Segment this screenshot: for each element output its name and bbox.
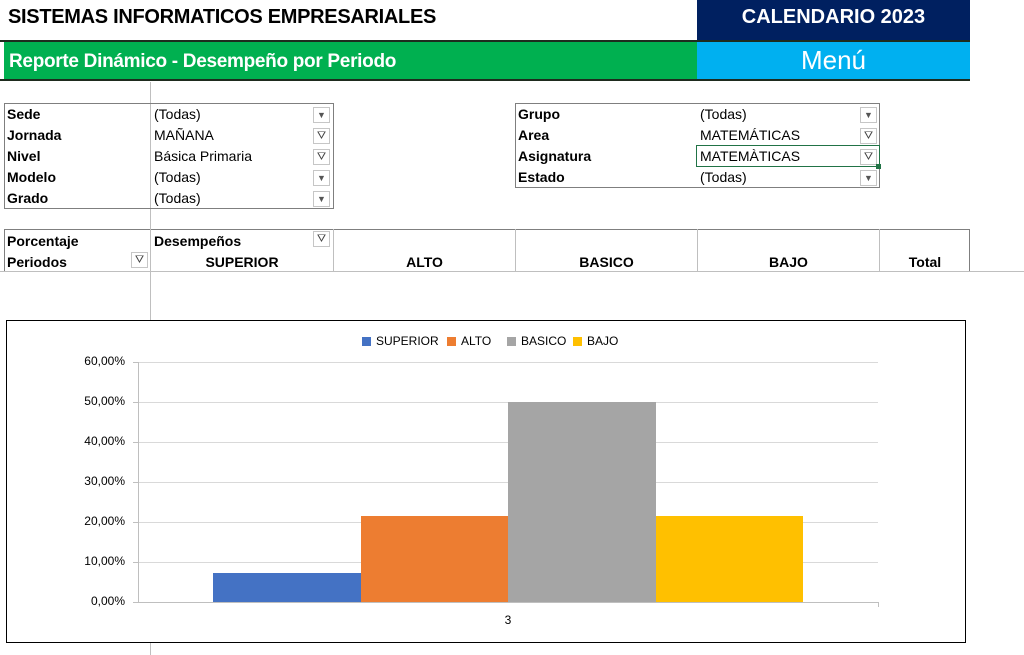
filter-value-grado[interactable]: (Todas) — [154, 190, 201, 206]
legend-item-alto: ALTO — [447, 334, 491, 348]
y-tick-label: 50,00% — [84, 394, 125, 408]
legend-label: SUPERIOR — [376, 334, 439, 348]
legend-label: BASICO — [521, 334, 567, 348]
filter-label-jornada: Jornada — [7, 127, 62, 143]
y-tick-label: 10,00% — [84, 554, 125, 568]
x-category-label: 3 — [504, 613, 512, 627]
filter-icon[interactable]: ⛛ — [313, 128, 330, 144]
filter-label-asignatura: Asignatura — [518, 148, 592, 164]
pivot-col-bajo: BAJO — [769, 254, 808, 270]
filter-label-estado: Estado — [518, 169, 565, 185]
dropdown-arrow-icon[interactable]: ▼ — [860, 107, 877, 123]
dropdown-arrow-icon[interactable]: ▼ — [313, 191, 330, 207]
legend-item-bajo: BAJO — [573, 334, 618, 348]
bar-bajo[interactable] — [655, 516, 803, 602]
pivot-col-alto: ALTO — [406, 254, 443, 270]
menu-button[interactable]: Menú — [697, 42, 970, 79]
filter-value-nivel[interactable]: Básica Primaria — [154, 148, 252, 164]
filter-label-grado: Grado — [7, 190, 49, 206]
y-tick-label: 30,00% — [84, 474, 125, 488]
filter-value-area[interactable]: MATEMÁTICAS — [700, 127, 800, 143]
pivot-chart[interactable]: SUPERIOR ALTO BASICO BAJO 0,00% 10,00% 20,00%… — [6, 320, 966, 643]
filter-icon[interactable]: ⛛ — [131, 252, 148, 268]
report-title: Reporte Dinámico - Desempeño por Periodo — [4, 42, 697, 79]
pivot-row-field: Periodos — [7, 254, 67, 270]
pivot-col-basico: BASICO — [579, 254, 634, 270]
legend-item-superior: SUPERIOR — [362, 334, 439, 348]
legend-label: ALTO — [461, 334, 492, 348]
pivot-col-total: Total — [908, 254, 942, 270]
chart-gridline — [138, 362, 878, 363]
y-tick-label: 0,00% — [90, 594, 125, 608]
legend-swatch — [447, 336, 456, 346]
pivot-col-superior: SUPERIOR — [205, 254, 279, 270]
filter-value-estado[interactable]: (Todas) — [700, 169, 747, 185]
filter-label-sede: Sede — [7, 106, 41, 122]
y-tick-label: 40,00% — [84, 434, 125, 448]
filter-value-sede[interactable]: (Todas) — [154, 106, 201, 122]
pivot-values-label: Porcentaje — [7, 233, 79, 249]
app-title: SISTEMAS INFORMATICOS EMPRESARIALES — [0, 0, 697, 40]
filter-icon[interactable]: ⛛ — [313, 231, 330, 247]
legend-swatch — [573, 336, 582, 346]
dropdown-arrow-icon[interactable]: ▼ — [860, 170, 877, 186]
bar-alto[interactable] — [360, 516, 508, 602]
filter-value-grupo[interactable]: (Todas) — [700, 106, 747, 122]
filter-icon[interactable]: ⛛ — [313, 149, 330, 165]
filter-label-area: Area — [518, 127, 550, 143]
pivot-column-field: Desempeños — [154, 233, 242, 249]
row-gridline — [0, 271, 1024, 272]
fill-handle[interactable] — [876, 164, 881, 169]
y-tick-label: 20,00% — [84, 514, 125, 528]
filter-label-grupo: Grupo — [518, 106, 560, 122]
chart-gridline — [138, 602, 878, 603]
y-tick-label: 60,00% — [84, 354, 125, 368]
y-axis-line — [138, 362, 139, 602]
filter-label-nivel: Nivel — [7, 148, 41, 164]
dropdown-arrow-icon[interactable]: ▼ — [313, 170, 330, 186]
x-tick-mark — [878, 602, 879, 607]
bar-superior[interactable] — [213, 573, 361, 602]
legend-swatch — [507, 336, 516, 346]
filter-icon[interactable]: ⛛ — [860, 128, 877, 144]
legend-swatch — [362, 336, 371, 346]
legend-item-basico: BASICO — [507, 334, 566, 348]
bar-basico[interactable] — [508, 402, 656, 602]
dropdown-arrow-icon[interactable]: ▼ — [313, 107, 330, 123]
filter-value-jornada[interactable]: MAÑANA — [154, 127, 214, 143]
legend-label: BAJO — [587, 334, 619, 348]
calendar-button[interactable]: CALENDARIO 2023 — [697, 0, 970, 40]
selected-cell — [696, 145, 880, 167]
filter-value-modelo[interactable]: (Todas) — [154, 169, 201, 185]
header-divider-bottom — [0, 79, 970, 81]
y-tick-mark — [133, 602, 138, 603]
filter-label-modelo: Modelo — [7, 169, 56, 185]
